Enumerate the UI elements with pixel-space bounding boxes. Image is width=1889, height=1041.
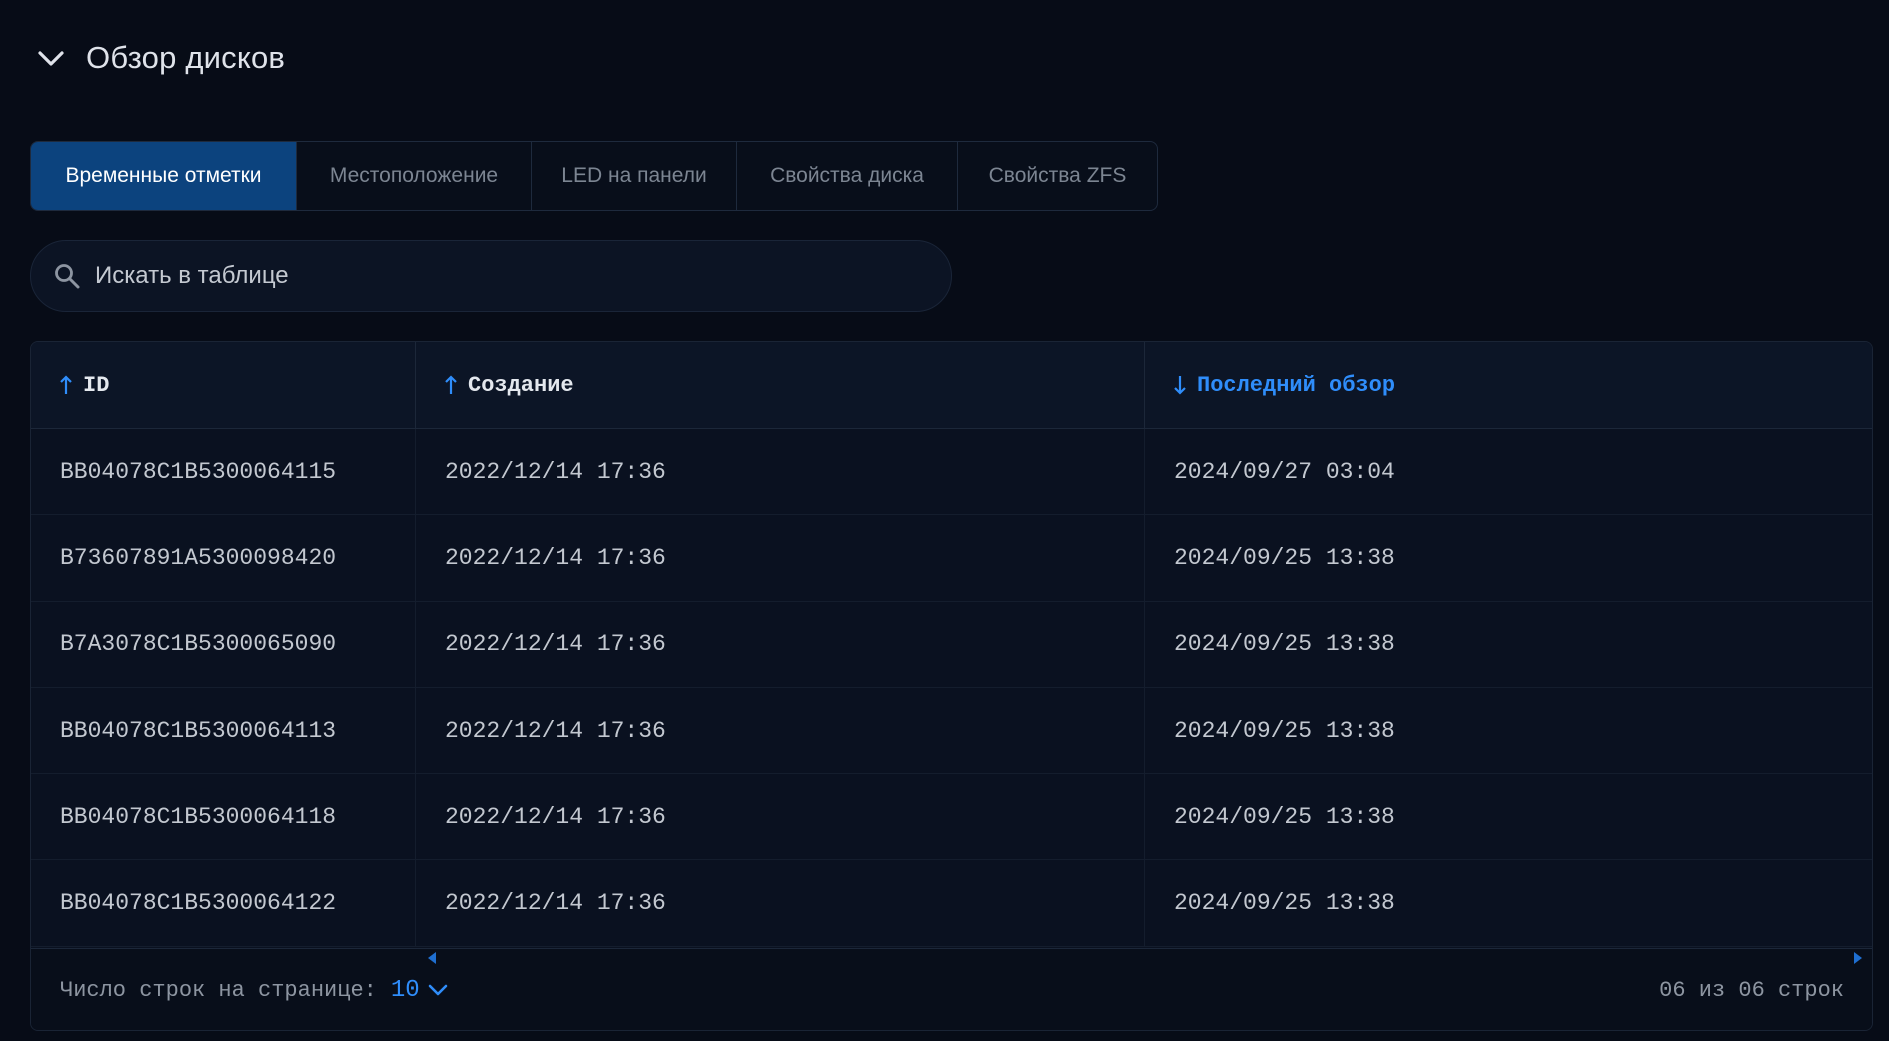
table-header: ID Создание Последний обзор <box>31 342 1872 429</box>
sort-desc-icon <box>1173 374 1191 396</box>
cell-id: BB04078C1B5300064115 <box>31 429 416 515</box>
disk-overview-page: Обзор дисков Временные отметки Местополо… <box>0 0 1889 1041</box>
chevron-down-icon <box>38 51 64 66</box>
cell-created: 2022/12/14 17:36 <box>416 601 1145 687</box>
cell-last-review: 2024/09/25 13:38 <box>1174 890 1395 917</box>
cell-created: 2022/12/14 17:36 <box>416 515 1145 601</box>
search-input[interactable] <box>95 241 951 311</box>
table-search <box>30 240 952 312</box>
sort-asc-icon <box>59 374 77 396</box>
cell-created: 2022/12/14 17:36 <box>416 774 1145 860</box>
column-header-last-review[interactable]: Последний обзор <box>1145 342 1872 428</box>
rows-per-page-select[interactable]: 10 <box>391 977 448 1004</box>
tab-disk-properties[interactable]: Свойства диска <box>737 142 958 210</box>
chevron-down-icon <box>428 984 447 996</box>
table-row[interactable]: BB04078C1B5300064113 2022/12/14 17:36 20… <box>31 687 1872 775</box>
tab-panel-led[interactable]: LED на панели <box>532 142 737 210</box>
rows-per-page: Число строк на странице: 10 <box>60 973 448 1007</box>
tab-zfs-properties[interactable]: Свойства ZFS <box>958 142 1157 210</box>
tab-bar: Временные отметки Местоположение LED на … <box>30 141 1158 211</box>
sort-asc-icon <box>444 374 462 396</box>
cell-id: BB04078C1B5300064122 <box>31 860 416 946</box>
section-title: Обзор дисков <box>86 40 286 75</box>
column-header-label: ID <box>83 372 110 398</box>
column-header-label: Последний обзор <box>1197 372 1396 398</box>
cell-last-review: 2024/09/25 13:38 <box>1174 631 1395 658</box>
cell-id: BB04078C1B5300064113 <box>31 687 416 774</box>
column-header-created[interactable]: Создание <box>416 342 1145 428</box>
table-row[interactable]: BB04078C1B5300064122 2022/12/14 17:36 20… <box>31 860 1872 947</box>
table-row[interactable]: B73607891A5300098420 2022/12/14 17:36 20… <box>31 515 1872 602</box>
cell-last-review: 2024/09/27 03:04 <box>1174 458 1395 485</box>
cell-id: B7A3078C1B5300065090 <box>31 601 416 687</box>
tab-timestamps[interactable]: Временные отметки <box>31 142 297 210</box>
cell-last-review: 2024/09/25 13:38 <box>1174 717 1395 744</box>
rows-per-page-label: Число строк на странице: <box>60 977 377 1003</box>
scroll-left-arrow-icon[interactable] <box>426 951 438 970</box>
collapse-toggle-button[interactable] <box>34 41 68 75</box>
cell-id: B73607891A5300098420 <box>31 515 416 601</box>
tab-location[interactable]: Местоположение <box>297 142 532 210</box>
column-header-label: Создание <box>468 372 574 398</box>
table-footer: Число строк на странице: 10 06 из 06 стр… <box>31 948 1872 1030</box>
cell-last-review: 2024/09/25 13:38 <box>1174 544 1395 571</box>
timestamps-table: ID Создание Последний обзор BB04078C1B53… <box>30 341 1873 1031</box>
rows-per-page-value: 10 <box>390 976 420 1004</box>
table-row[interactable]: BB04078C1B5300064115 2022/12/14 17:36 20… <box>31 429 1872 516</box>
cell-created: 2022/12/14 17:36 <box>416 429 1145 515</box>
cell-id: BB04078C1B5300064118 <box>31 774 416 860</box>
search-icon <box>55 264 80 289</box>
row-count: 06 из 06 строк <box>1659 977 1844 1003</box>
column-header-id[interactable]: ID <box>31 342 416 428</box>
scroll-right-arrow-icon[interactable] <box>1852 951 1864 970</box>
section-header: Обзор дисков <box>34 36 285 80</box>
cell-created: 2022/12/14 17:36 <box>416 860 1145 946</box>
table-row[interactable]: B7A3078C1B5300065090 2022/12/14 17:36 20… <box>31 601 1872 688</box>
cell-created: 2022/12/14 17:36 <box>416 687 1145 774</box>
cell-last-review: 2024/09/25 13:38 <box>1174 803 1395 830</box>
table-row[interactable]: BB04078C1B5300064118 2022/12/14 17:36 20… <box>31 774 1872 861</box>
